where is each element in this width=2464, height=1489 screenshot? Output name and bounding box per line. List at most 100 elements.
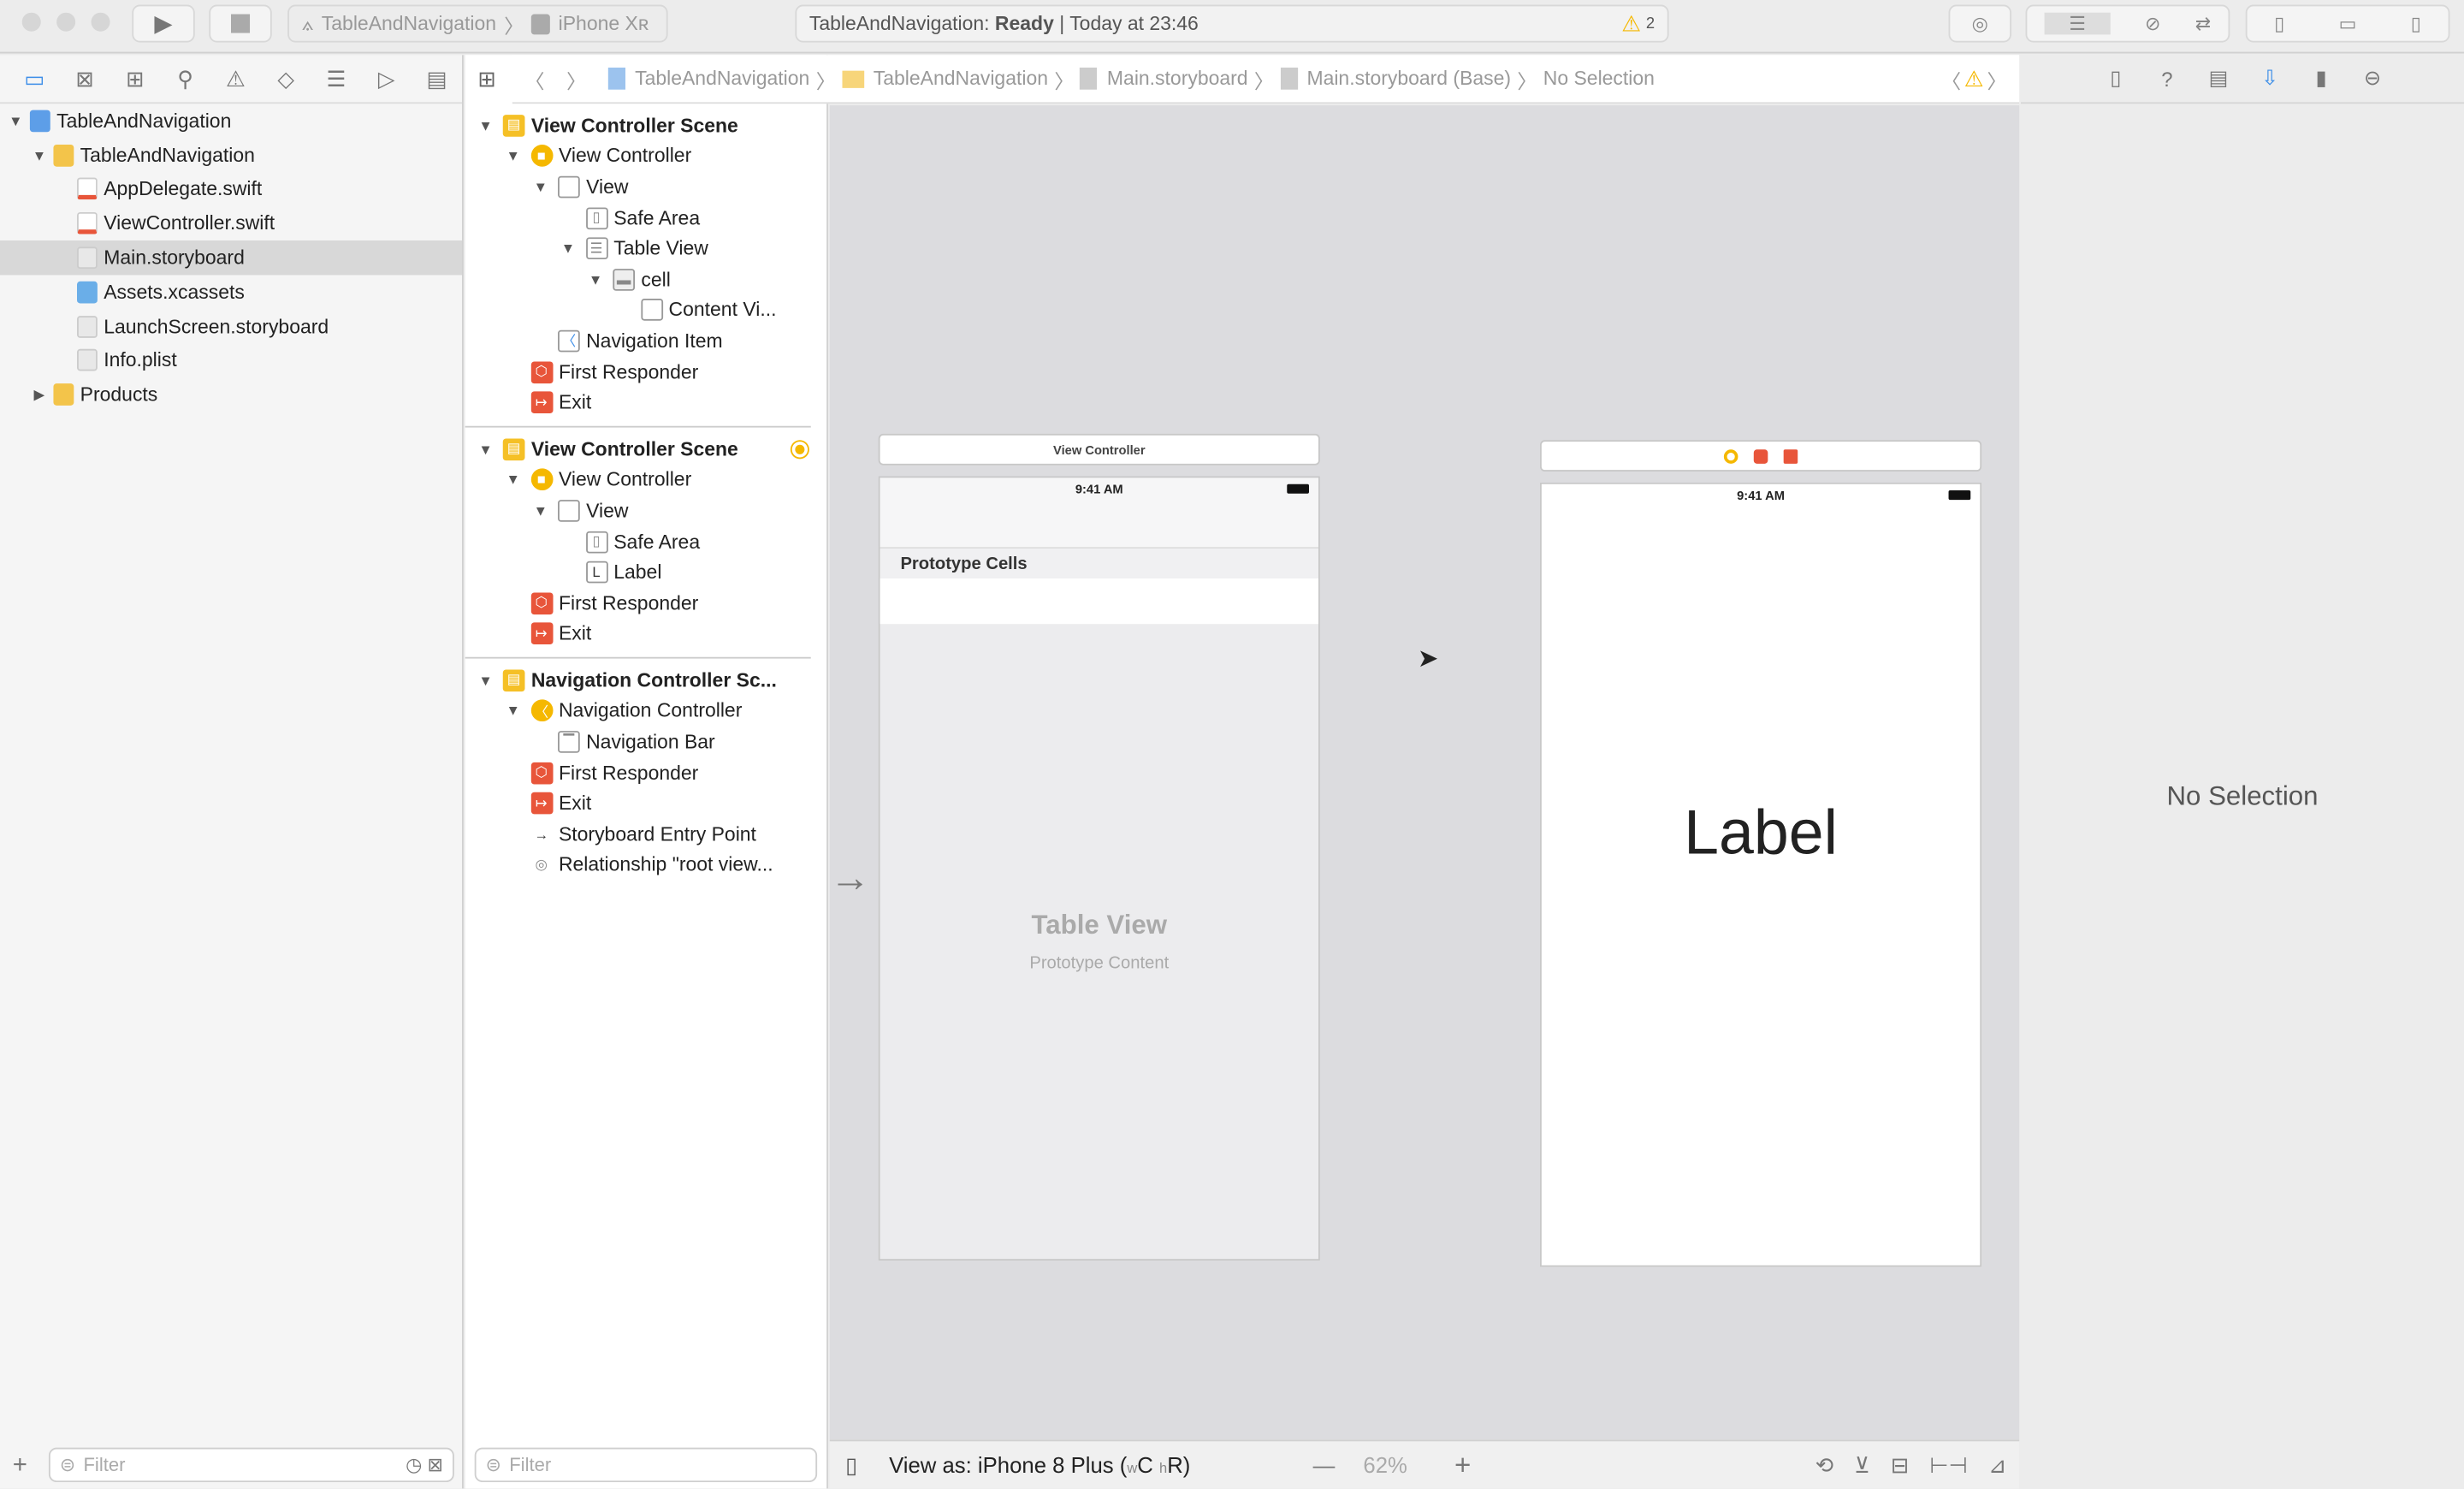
source-control-icon[interactable]: ⊠ <box>60 65 110 92</box>
jump-item[interactable]: Main.storyboard <box>1107 68 1248 90</box>
device-name[interactable]: iPhone Xʀ <box>559 13 649 35</box>
disclosure-open-icon[interactable]: ▼ <box>559 240 578 256</box>
align-icon[interactable]: ⊟ <box>1891 1451 1910 1478</box>
library-button[interactable]: ◎ <box>1948 4 2012 43</box>
navigator-toggle-icon[interactable]: ▯ <box>2274 13 2284 35</box>
file-tree-item[interactable]: LaunchScreen.storyboard <box>0 309 462 343</box>
disclosure-open-icon[interactable]: ▼ <box>586 271 605 287</box>
view-controller-scene[interactable]: 9:41 AM Label <box>1539 482 1982 1267</box>
identity-icon[interactable]: ▤ <box>2193 66 2244 91</box>
update-frames-icon[interactable]: ⟲ <box>1815 1451 1834 1478</box>
jump-item[interactable]: TableAndNavigation <box>635 68 809 90</box>
exit-icon[interactable] <box>1783 448 1798 463</box>
outline-item[interactable]: ▼ View <box>465 172 826 203</box>
stop-button[interactable] <box>209 4 272 43</box>
disclosure-open-icon[interactable]: ▼ <box>6 113 25 128</box>
view-controller-icon[interactable] <box>1723 448 1738 463</box>
inspector-toggle-icon[interactable]: ▯ <box>2411 13 2421 35</box>
recent-files-icon[interactable]: ◷ ⊠ <box>406 1454 443 1476</box>
outline-item[interactable]: ▼ ☰ Table View <box>465 234 826 264</box>
jump-item[interactable]: No Selection <box>1543 68 1655 90</box>
outline-item[interactable]: ⬡ First Responder <box>465 757 811 788</box>
editor-mode-control[interactable]: ☰ ⊘ ⇄ <box>2025 4 2230 43</box>
issue-icon[interactable]: ⚠ <box>210 65 261 92</box>
file-tree-item[interactable]: AppDelegate.swift <box>0 172 462 206</box>
test-icon[interactable]: ◇ <box>261 65 311 92</box>
outline-item[interactable]: ⬡ First Responder <box>465 356 826 387</box>
file-tree-item[interactable]: ▼ TableAndNavigation <box>0 104 462 138</box>
disclosure-open-icon[interactable]: ▼ <box>504 472 523 488</box>
outline-item[interactable]: ▼ ■ View Controller <box>465 465 811 495</box>
version-editor-icon[interactable]: ⇄ <box>2195 13 2211 35</box>
assistant-editor-icon[interactable]: ⊘ <box>2145 13 2160 35</box>
zoom-in-button[interactable]: + <box>1454 1449 1471 1482</box>
jump-item[interactable]: TableAndNavigation <box>874 68 1048 90</box>
disclosure-open-icon[interactable]: ▼ <box>477 442 495 457</box>
table-view-controller-scene[interactable]: 9:41 AM Prototype Cells Table View Proto… <box>878 476 1320 1261</box>
outline-item[interactable]: ↦ Exit <box>465 387 826 418</box>
disclosure-open-icon[interactable]: ▼ <box>531 179 550 194</box>
file-tree-item[interactable]: Assets.xcassets <box>0 275 462 309</box>
file-icon[interactable]: ▯ <box>2090 66 2141 91</box>
outline-item[interactable]: ▼ 〈 Navigation Controller <box>465 696 811 727</box>
back-button[interactable]: 〈 <box>524 63 544 93</box>
scene-dock[interactable] <box>1539 440 1982 472</box>
zoom-level[interactable]: 62% <box>1363 1452 1407 1477</box>
disclosure-open-icon[interactable]: ▼ <box>477 117 495 133</box>
zoom-button[interactable] <box>91 12 110 32</box>
connections-icon[interactable]: ⊖ <box>2347 66 2398 91</box>
add-file-button[interactable]: + <box>13 1452 27 1480</box>
outline-item[interactable]: ▔ Navigation Bar <box>465 727 811 757</box>
previous-issue-button[interactable]: 〈 <box>1941 63 1961 93</box>
view-as-button[interactable]: View as: iPhone 8 Plus (wC hR) <box>889 1452 1190 1477</box>
outline-item[interactable]: ◎ Relationship "root view... <box>465 850 811 881</box>
disclosure-closed-icon[interactable]: ▶ <box>30 386 49 403</box>
file-tree-item[interactable]: ▼ TableAndNavigation <box>0 138 462 172</box>
first-responder-icon[interactable] <box>1753 448 1768 463</box>
outline-item[interactable]: ⬡ First Responder <box>465 588 811 619</box>
label-element[interactable]: Label <box>1542 798 1980 869</box>
outline-item[interactable]: ▯ Safe Area <box>465 526 811 557</box>
outline-item[interactable]: ▯ Safe Area <box>465 203 826 234</box>
attributes-icon[interactable]: ⇩ <box>2244 66 2295 91</box>
outline-item[interactable]: ↦ Exit <box>465 788 811 819</box>
jump-item[interactable]: Main.storyboard (Base) <box>1306 68 1511 90</box>
size-icon[interactable]: ▮ <box>2295 66 2347 91</box>
navigator-filter-input[interactable]: ⊜ Filter ◷ ⊠ <box>48 1447 454 1483</box>
outline-item[interactable]: L Label <box>465 557 811 588</box>
warning-count-button[interactable]: ⚠ 2 <box>1621 10 1655 37</box>
add-constraints-icon[interactable]: ⊢⊣ <box>1929 1451 1968 1478</box>
file-tree-item[interactable]: ViewController.swift <box>0 206 462 240</box>
outline-item[interactable]: → Storyboard Entry Point <box>465 819 811 850</box>
file-tree-item[interactable]: Info.plist <box>0 343 462 377</box>
scheme-selector[interactable]: ⟑ TableAndNavigation 〉 iPhone Xʀ <box>287 4 668 43</box>
next-issue-button[interactable]: 〉 <box>1987 63 2007 93</box>
embed-in-icon[interactable]: ⊻ <box>1854 1451 1870 1478</box>
entry-point-arrow-icon[interactable]: → <box>830 853 871 902</box>
outline-item[interactable]: ▼ ▬ cell <box>465 264 826 295</box>
folder-icon[interactable]: ▭ <box>9 65 60 92</box>
outline-item[interactable]: ▼ ▤ Navigation Controller Sc... <box>465 665 811 696</box>
disclosure-open-icon[interactable]: ▼ <box>30 147 49 163</box>
symbol-icon[interactable]: ⊞ <box>110 65 161 92</box>
outline-toggle-icon[interactable]: ▯ <box>845 1451 857 1478</box>
outline-item[interactable]: ▼ ▤ View Controller Scene <box>465 110 826 141</box>
minimize-button[interactable] <box>56 12 76 32</box>
outline-item[interactable]: 〈 Navigation Item <box>465 325 826 356</box>
file-tree-item[interactable]: Main.storyboard <box>0 240 462 276</box>
disclosure-open-icon[interactable]: ▼ <box>504 703 523 719</box>
resolve-issues-icon[interactable]: ⊿ <box>1988 1451 2007 1478</box>
standard-editor-icon[interactable]: ☰ <box>2044 12 2111 35</box>
outline-item[interactable]: Content Vi... <box>465 295 826 326</box>
forward-button[interactable]: 〉 <box>566 63 586 93</box>
outline-filter-input[interactable]: ⊜ Filter <box>474 1447 818 1483</box>
breakpoint-icon[interactable]: ▷ <box>361 65 412 92</box>
storyboard-canvas[interactable]: → View Controller 9:41 AM Prototype Cell… <box>829 105 2020 1440</box>
scene-dock[interactable]: View Controller <box>878 433 1320 466</box>
outline-item[interactable]: ↦ Exit <box>465 619 811 650</box>
report-icon[interactable]: ▤ <box>412 65 462 92</box>
find-icon[interactable]: ⚲ <box>160 65 210 92</box>
disclosure-open-icon[interactable]: ▼ <box>504 148 523 163</box>
outline-item[interactable]: ▼ View <box>465 495 811 526</box>
outline-item[interactable]: ▼ ■ View Controller <box>465 141 826 172</box>
